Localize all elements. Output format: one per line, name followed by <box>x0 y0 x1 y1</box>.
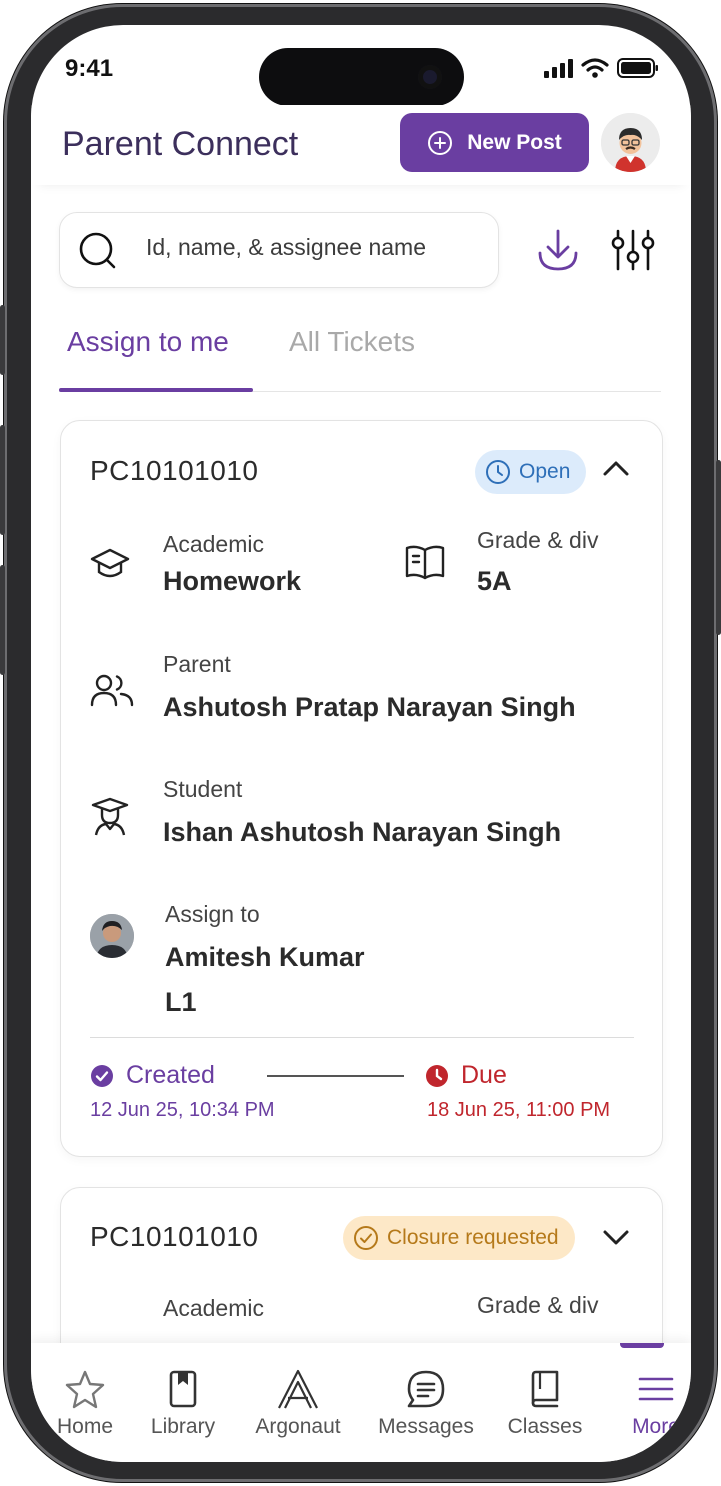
assignee-level: L1 <box>165 987 197 1017</box>
student-icon <box>91 797 129 836</box>
divider <box>90 1037 634 1038</box>
ticket-card[interactable]: PC10101010 Open Academic Homework Grade … <box>60 420 663 1157</box>
grade-label: Grade & div <box>477 1292 599 1318</box>
status-time: 9:41 <box>65 55 114 82</box>
nav-more-label: More <box>632 1415 680 1438</box>
new-post-label: New Post <box>467 130 562 154</box>
nav-argonaut-label: Argonaut <box>255 1415 341 1438</box>
category-value: Homework <box>163 566 302 596</box>
parent-label: Parent <box>163 651 231 677</box>
status-badge: Open <box>475 450 587 494</box>
category-label: Academic <box>163 531 264 557</box>
plus-circle-icon <box>428 130 453 155</box>
nav-argonaut[interactable]: Argonaut <box>243 1343 353 1439</box>
check-circle-icon <box>91 1064 113 1087</box>
tab-all-tickets[interactable]: All Tickets <box>289 326 415 358</box>
volume-up-button <box>0 425 5 535</box>
wifi-icon <box>581 58 609 78</box>
status-label: Open <box>519 460 571 483</box>
due-label: Due <box>461 1061 507 1089</box>
battery-icon <box>617 58 658 78</box>
nav-messages-label: Messages <box>378 1415 474 1438</box>
grade-value: 5A <box>477 566 512 596</box>
ticket-id: PC10101010 <box>90 455 259 486</box>
status-badge: Closure requested <box>343 1216 575 1260</box>
nav-messages[interactable]: Messages <box>371 1343 481 1439</box>
nav-library-label: Library <box>150 1415 216 1438</box>
clock-filled-icon <box>426 1064 448 1087</box>
ticket-id: PC10101010 <box>90 1221 259 1252</box>
nav-classes-label: Classes <box>507 1415 583 1438</box>
search-icon <box>79 232 116 269</box>
bookmark-book-icon <box>169 1370 197 1408</box>
due-date: 18 Jun 25, 11:00 PM <box>427 1099 611 1121</box>
assignee-photo <box>90 914 134 958</box>
active-tab-indicator <box>59 388 253 392</box>
due-timeline: Due <box>425 1061 507 1090</box>
created-date: 12 Jun 25, 10:34 PM <box>90 1099 275 1121</box>
student-value: Ishan Ashutosh Narayan Singh <box>163 817 562 847</box>
nav-home[interactable]: Home <box>31 1343 140 1439</box>
star-icon <box>65 1370 105 1409</box>
assignee-avatar <box>90 914 134 958</box>
menu-icon <box>638 1377 674 1401</box>
grade-label: Grade & div <box>477 527 599 553</box>
chevron-down-icon[interactable] <box>601 1228 631 1248</box>
dynamic-island <box>259 48 464 106</box>
category-label: Academic <box>163 1295 264 1321</box>
message-icon <box>407 1370 445 1408</box>
download-icon[interactable] <box>534 227 582 275</box>
assignee-name: Amitesh Kumar <box>165 942 365 972</box>
parent-value: Ashutosh Pratap Narayan Singh <box>163 692 576 722</box>
nav-more[interactable]: More <box>601 1343 691 1439</box>
camera-icon <box>418 65 442 89</box>
student-label: Student <box>163 776 243 802</box>
created-timeline: Created <box>90 1061 215 1090</box>
mute-switch <box>0 305 5 375</box>
page-title: Parent Connect <box>62 125 299 163</box>
nav-library[interactable]: Library <box>128 1343 238 1439</box>
search-input[interactable] <box>144 233 478 262</box>
check-circle-outline-icon <box>354 1226 378 1250</box>
user-avatar[interactable] <box>601 113 660 172</box>
power-button <box>716 460 721 635</box>
created-label: Created <box>126 1061 215 1089</box>
status-icons <box>543 57 659 79</box>
book-icon <box>531 1370 559 1408</box>
tab-assign-to-me[interactable]: Assign to me <box>67 326 229 358</box>
graduation-cap-icon <box>90 548 130 578</box>
bottom-nav: Home Library Argonaut Messages Classes M… <box>31 1343 691 1462</box>
users-icon <box>90 674 134 707</box>
signal-icon <box>544 59 573 78</box>
chevron-up-icon[interactable] <box>601 458 631 478</box>
volume-down-button <box>0 565 5 675</box>
nav-active-indicator <box>620 1343 664 1348</box>
clock-icon <box>486 460 510 484</box>
assign-label: Assign to <box>165 901 260 927</box>
user-avatar-illustration <box>601 113 660 172</box>
status-label: Closure requested <box>387 1226 559 1249</box>
app-header: Parent Connect New Post <box>31 105 691 185</box>
screen: 9:41 Parent Connect New Post Id, name, &… <box>31 25 691 1462</box>
filter-sliders-icon[interactable] <box>610 229 656 271</box>
ticket-tabs: Assign to me All Tickets <box>59 315 661 392</box>
open-book-icon <box>405 545 445 580</box>
argonaut-logo-icon <box>278 1369 318 1409</box>
timeline-line <box>267 1075 404 1077</box>
search-bar[interactable] <box>59 212 499 288</box>
nav-home-label: Home <box>56 1415 114 1438</box>
nav-classes[interactable]: Classes <box>490 1343 600 1439</box>
new-post-button[interactable]: New Post <box>400 113 589 172</box>
